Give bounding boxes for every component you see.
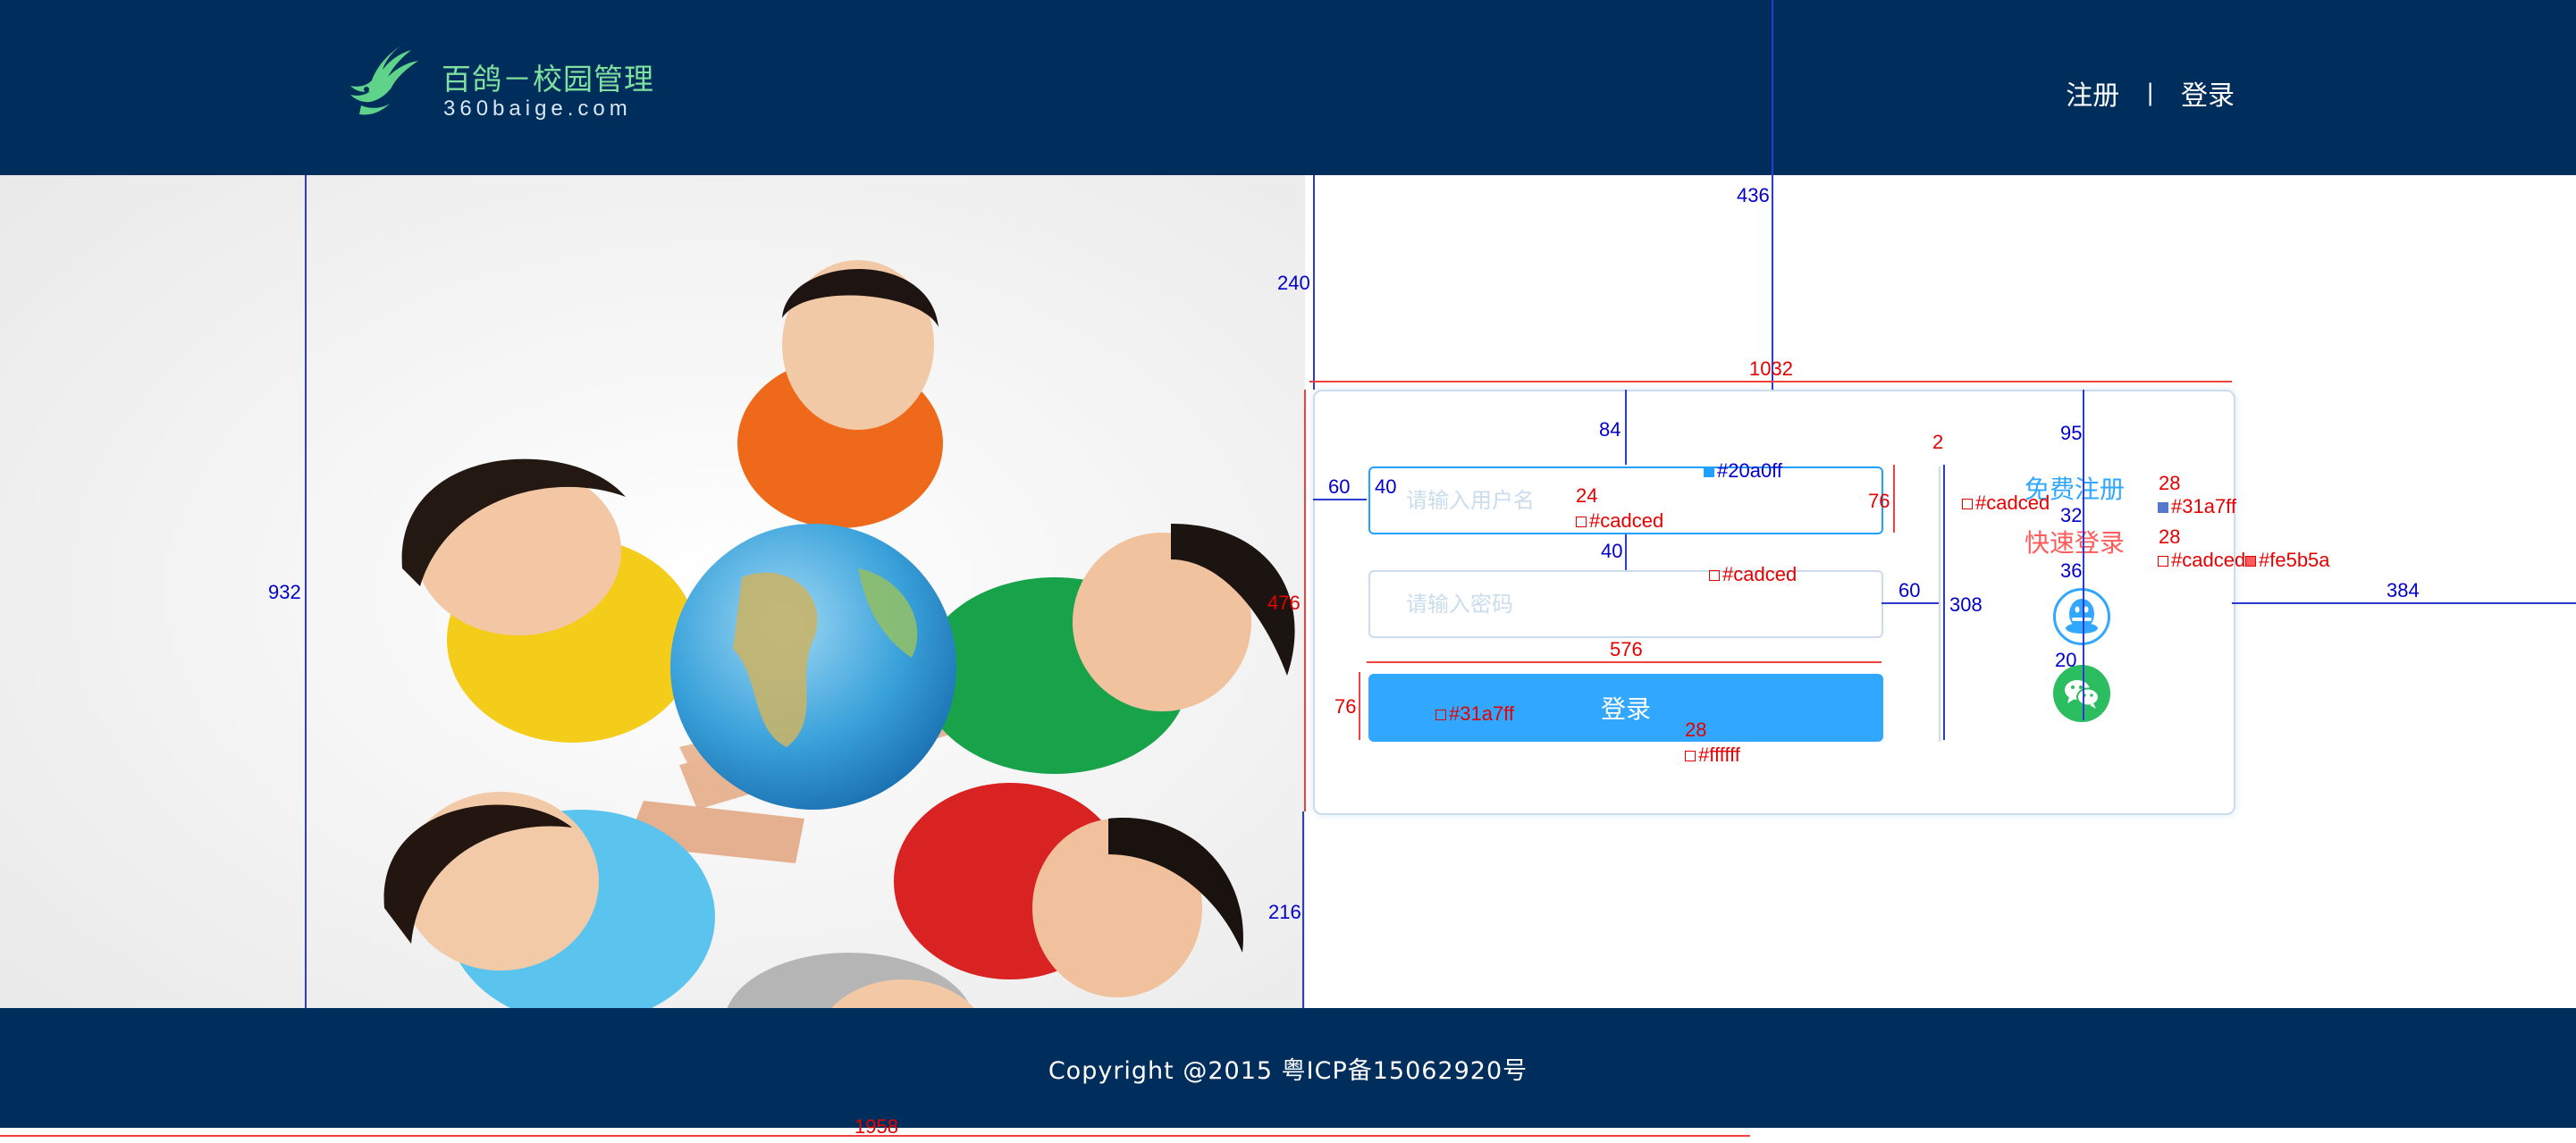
dim-label: #31a7ff (2158, 495, 2236, 518)
dim-label: 932 (268, 581, 301, 603)
dim-label: 240 (1277, 272, 1310, 294)
guide-line (1772, 0, 1773, 390)
children-globe-illustration (0, 175, 1305, 1008)
pigeon-logo-icon (350, 43, 418, 115)
vertical-divider (1939, 466, 1940, 742)
guide-line (1943, 465, 1945, 740)
dim-label: #cadced (1709, 563, 1797, 586)
wechat-icon (2065, 680, 2100, 709)
dim-label: 40 (1375, 475, 1397, 498)
dim-label: #20a0ff (1704, 459, 1782, 483)
dim-label: 308 (1949, 593, 1983, 616)
guide-line (305, 175, 307, 1008)
guide-line (1302, 811, 1304, 1008)
dim-label: #fe5b5a (2245, 549, 2330, 572)
dim-label: 28 (2159, 525, 2181, 548)
dim-label: 76 (1868, 490, 1890, 512)
copyright-text: Copyright @2015 粤ICP备15062920号 (1048, 1057, 1528, 1085)
guide-line (2232, 602, 2576, 604)
dim-label: 95 (2060, 422, 2083, 444)
register-link[interactable]: 注册 (2066, 73, 2119, 113)
dim-label: 28 (1685, 719, 1707, 741)
guide-line (1625, 534, 1627, 570)
dim-label: 436 (1737, 184, 1770, 206)
dim-label: 36 (2060, 559, 2083, 582)
dim-label: 60 (1328, 475, 1351, 498)
login-card: 登录 免费注册 快速登录 (1313, 390, 2235, 815)
guide-line (1359, 672, 1360, 740)
guide-line (1367, 661, 1881, 663)
site-logo[interactable]: 百鸽－校园管理 360baige.com (343, 39, 653, 129)
dim-label: 1958 (854, 1115, 898, 1138)
hero-image (0, 175, 1305, 1008)
guide-line (1313, 175, 1315, 390)
qq-login-button[interactable] (2053, 588, 2110, 645)
dim-label: #cadced (2158, 549, 2245, 572)
logo-title: 百鸽－校园管理 (442, 62, 654, 97)
dim-label: 24 (1576, 484, 1598, 507)
password-input[interactable] (1368, 570, 1883, 638)
nav-separator: | (2146, 80, 2154, 106)
guide-line (1313, 499, 1367, 500)
guide-line (1625, 390, 1627, 465)
dim-label: #cadced (1576, 509, 1663, 533)
guide-line (2083, 390, 2084, 720)
dim-label: 76 (1334, 695, 1357, 718)
site-footer: Copyright @2015 粤ICP备15062920号 (0, 1008, 2576, 1128)
dim-label: 40 (1601, 540, 1623, 562)
dim-label: 384 (2387, 579, 2420, 601)
dim-label: #cadced (1962, 492, 2050, 515)
dim-label: 2 (1932, 431, 1944, 453)
guide-line (1304, 390, 1306, 811)
dim-label: 1032 (1749, 357, 1793, 380)
top-nav: 注册 | 登录 (2066, 73, 2235, 113)
login-link[interactable]: 登录 (2181, 73, 2235, 113)
dim-label: 216 (1268, 901, 1301, 923)
guide-line (1309, 381, 2232, 382)
quick-login-link[interactable]: 快速登录 (1976, 524, 2173, 559)
dim-label: 28 (2159, 472, 2181, 494)
qq-penguin-icon (2066, 599, 2098, 634)
guide-line (1881, 602, 1939, 604)
site-header: 百鸽－校园管理 360baige.com 注册 | 登录 (0, 0, 2576, 175)
dim-label: 32 (2060, 504, 2083, 526)
dim-label: #31a7ff (1435, 702, 1514, 726)
logo-subtitle: 360baige.com (443, 97, 632, 121)
dim-label: #ffffff (1685, 744, 1740, 767)
dim-label: 476 (1267, 592, 1301, 614)
dim-label: 20 (2055, 649, 2077, 671)
dim-label: 576 (1610, 638, 1643, 660)
dim-label: 84 (1599, 418, 1621, 441)
guide-line (1893, 465, 1895, 533)
wechat-login-button[interactable] (2053, 665, 2110, 722)
dim-label: 60 (1898, 579, 1921, 601)
